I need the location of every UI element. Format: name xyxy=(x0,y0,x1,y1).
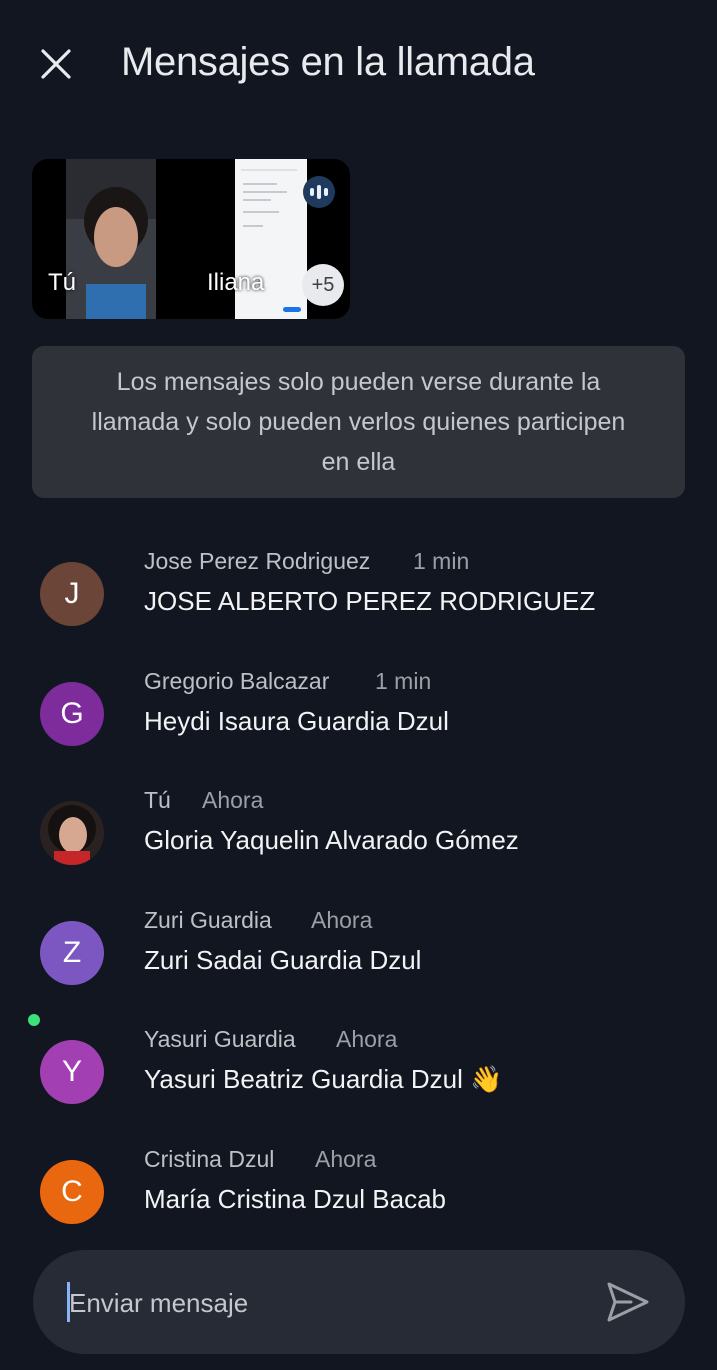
message-input[interactable] xyxy=(67,1280,571,1326)
message-text: JOSE ALBERTO PEREZ RODRIGUEZ xyxy=(144,586,596,616)
message-text: Zuri Sadai Guardia Dzul xyxy=(144,945,422,975)
page-title: Mensajes en la llamada xyxy=(121,40,535,84)
message-item: C Cristina Dzul Ahora María Cristina Dzu… xyxy=(0,1146,717,1246)
avatar xyxy=(40,801,104,865)
send-icon[interactable] xyxy=(605,1280,651,1324)
message-text: María Cristina Dzul Bacab xyxy=(144,1184,446,1214)
message-time: 1 min xyxy=(375,668,432,694)
more-participants-badge[interactable]: +5 xyxy=(302,264,344,306)
privacy-notice: Los mensajes solo pueden verse durante l… xyxy=(32,346,685,498)
message-item: G Gregorio Balcazar 1 min Heydi Isaura G… xyxy=(0,668,717,768)
sender-name: Jose Perez Rodriguez xyxy=(144,548,371,574)
avatar: Y xyxy=(40,1040,104,1104)
message-item: Y Yasuri Guardia Ahora Yasuri Beatriz Gu… xyxy=(0,1026,717,1126)
presence-dot xyxy=(28,1014,40,1026)
message-text: Gloria Yaquelin Alvarado Gómez xyxy=(144,825,519,855)
avatar-photo xyxy=(40,801,104,865)
avatar: C xyxy=(40,1160,104,1224)
avatar: J xyxy=(40,562,104,626)
self-video-tile[interactable] xyxy=(66,159,156,319)
text-cursor xyxy=(67,1282,70,1322)
participant-tiles[interactable]: Tú Iliana +5 xyxy=(32,159,350,319)
message-item: J Jose Perez Rodriguez 1 min JOSE ALBERT… xyxy=(0,548,717,648)
audio-level-icon xyxy=(303,176,335,208)
privacy-notice-text: Los mensajes solo pueden verse durante l… xyxy=(91,368,626,476)
message-time: Ahora xyxy=(202,787,264,813)
header: Mensajes en la llamada xyxy=(0,0,717,130)
message-composer xyxy=(33,1250,685,1354)
message-item: Tú Ahora Gloria Yaquelin Alvarado Gómez xyxy=(0,787,717,887)
message-time: Ahora xyxy=(336,1026,398,1052)
message-time: Ahora xyxy=(315,1146,377,1172)
close-icon[interactable] xyxy=(36,44,76,84)
presenter-tile-label: Iliana xyxy=(207,269,265,296)
sender-name: Tú xyxy=(144,787,171,813)
message-time: Ahora xyxy=(311,907,373,933)
message-text: Heydi Isaura Guardia Dzul xyxy=(144,706,449,736)
sender-name: Cristina Dzul xyxy=(144,1146,275,1172)
self-tile-label: Tú xyxy=(48,269,77,296)
sender-name: Zuri Guardia xyxy=(144,907,272,933)
avatar: G xyxy=(40,682,104,746)
message-text: Yasuri Beatriz Guardia Dzul 👋 xyxy=(144,1064,503,1094)
message-item: Z Zuri Guardia Ahora Zuri Sadai Guardia … xyxy=(0,907,717,1007)
sender-name: Gregorio Balcazar xyxy=(144,668,330,694)
sender-name: Yasuri Guardia xyxy=(144,1026,296,1052)
self-video-image xyxy=(66,159,156,319)
message-time: 1 min xyxy=(413,548,470,574)
avatar: Z xyxy=(40,921,104,985)
